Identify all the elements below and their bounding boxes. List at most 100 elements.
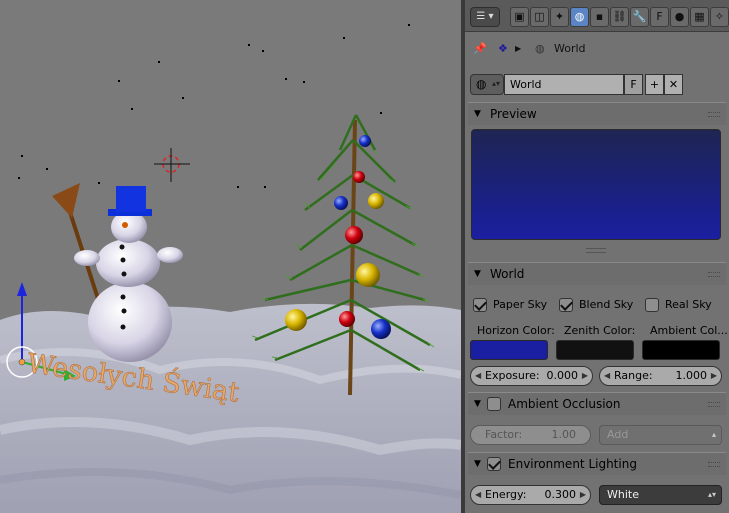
checkbox-box bbox=[487, 457, 501, 471]
scene-icon: ✦ bbox=[554, 10, 565, 23]
range-field[interactable]: ◀ Range: 1.000 ▶ bbox=[599, 366, 722, 386]
increment-arrow-icon[interactable]: ▶ bbox=[582, 367, 588, 385]
world-icon: ◍ bbox=[535, 42, 545, 55]
scene-data-icon: ❖ bbox=[498, 42, 508, 55]
tab-particles-icon[interactable]: ✧ bbox=[710, 7, 729, 27]
render-layers-icon: ◫ bbox=[534, 10, 545, 23]
ambient-occlusion-header[interactable]: ▼ Ambient Occlusion bbox=[468, 393, 726, 415]
zenith-color-swatch[interactable] bbox=[556, 340, 634, 360]
tab-render-icon[interactable]: ▣ bbox=[510, 7, 529, 27]
tab-text-data-icon[interactable]: F bbox=[650, 7, 669, 27]
render-icon: ▣ bbox=[514, 10, 525, 23]
world-browse-button[interactable]: ◍ ▴▾ bbox=[470, 74, 504, 95]
horizon-color-label: Horizon Color: bbox=[477, 324, 555, 337]
increment-arrow-icon[interactable]: ▶ bbox=[580, 486, 586, 504]
decrement-arrow-icon[interactable]: ◀ bbox=[604, 367, 610, 385]
decrement-arrow-icon[interactable]: ◀ bbox=[475, 367, 481, 385]
exposure-value: 0.000 bbox=[546, 369, 579, 382]
range-label: Range: bbox=[614, 369, 653, 382]
properties-editor-icon: ☰ ▾ bbox=[476, 11, 494, 22]
checkbox-box bbox=[487, 397, 501, 411]
tab-modifiers-icon[interactable]: 🔧 bbox=[630, 7, 649, 27]
properties-editor: ☰ ▾ ▣ ◫ ✦ ◍ ▪ ⛓ 🔧 F ● ▦ ✧ 📌 ❖ ▶ ◍ World ◍ ▴▾ World… bbox=[465, 0, 729, 513]
new-world-button[interactable]: + bbox=[645, 74, 664, 95]
real-sky-label: Real Sky bbox=[665, 298, 712, 311]
properties-header: ☰ ▾ ▣ ◫ ✦ ◍ ▪ ⛓ 🔧 F ● ▦ ✧ bbox=[465, 0, 729, 32]
ao-blend-mode-select[interactable]: Add ▴ bbox=[599, 425, 722, 445]
env-color-mode-select[interactable]: White ▴▾ bbox=[599, 485, 722, 505]
blend-sky-label: Blend Sky bbox=[579, 298, 634, 311]
increment-arrow-icon[interactable]: ▶ bbox=[711, 367, 717, 385]
ambient-occlusion-title: Ambient Occlusion bbox=[508, 397, 621, 411]
world-icon: ◍ bbox=[574, 10, 585, 23]
editor-type-selector[interactable]: ☰ ▾ bbox=[470, 7, 500, 27]
env-energy-value: 0.300 bbox=[544, 488, 577, 501]
pin-icon[interactable]: 📌 bbox=[473, 40, 487, 58]
constraints-icon: ⛓ bbox=[612, 10, 627, 23]
dropdown-arrow-icon: ▴▾ bbox=[707, 490, 716, 499]
range-value: 1.000 bbox=[675, 369, 708, 382]
ambient-occlusion-panel: ▼ Ambient Occlusion Factor: 1.00 Add ▴ bbox=[468, 392, 726, 452]
particles-icon: ✧ bbox=[714, 10, 725, 23]
checkbox-box bbox=[559, 298, 573, 312]
collapse-arrow-icon: ▼ bbox=[474, 269, 481, 279]
dropdown-arrow-icon: ▴ bbox=[711, 430, 716, 439]
world-preview-image bbox=[471, 129, 721, 240]
drag-grip-icon[interactable] bbox=[708, 402, 720, 407]
tab-render-layers-icon[interactable]: ◫ bbox=[530, 7, 549, 27]
viewport-scene: Wesołych Świąt bbox=[0, 0, 461, 513]
material-icon: ● bbox=[674, 10, 685, 23]
tab-material-icon[interactable]: ● bbox=[670, 7, 689, 27]
horizon-color-swatch[interactable] bbox=[470, 340, 548, 360]
decrement-arrow-icon[interactable]: ◀ bbox=[475, 486, 481, 504]
tab-scene-icon[interactable]: ✦ bbox=[550, 7, 569, 27]
drag-grip-icon[interactable] bbox=[708, 462, 720, 467]
object-icon: ▪ bbox=[595, 10, 604, 23]
environment-lighting-title: Environment Lighting bbox=[508, 457, 637, 471]
drag-grip-icon[interactable] bbox=[708, 272, 720, 277]
world-panel-title: World bbox=[490, 267, 525, 281]
exposure-field[interactable]: ◀ Exposure: 0.000 ▶ bbox=[470, 366, 593, 386]
texture-icon: ▦ bbox=[694, 10, 705, 23]
breadcrumb-arrow-icon: ▶ bbox=[515, 44, 522, 53]
world-icon: ◍ bbox=[476, 77, 487, 91]
paper-sky-label: Paper Sky bbox=[493, 298, 548, 311]
ao-blend-mode-value: Add bbox=[607, 428, 629, 441]
tab-object-icon[interactable]: ▪ bbox=[590, 7, 609, 27]
updown-arrow-icon: ▴▾ bbox=[492, 79, 501, 88]
world-panel: ▼ World Paper Sky Blend Sky Real Sky Hor… bbox=[468, 262, 728, 392]
fake-user-button[interactable]: F bbox=[624, 74, 643, 95]
env-energy-label: Energy: bbox=[485, 488, 527, 501]
env-energy-field[interactable]: ◀ Energy: 0.300 ▶ bbox=[470, 485, 591, 505]
environment-lighting-panel: ▼ Environment Lighting ◀ Energy: 0.300 ▶… bbox=[468, 452, 726, 513]
checkbox-box bbox=[473, 298, 487, 312]
environment-lighting-header[interactable]: ▼ Environment Lighting bbox=[468, 453, 726, 475]
modifiers-icon: 🔧 bbox=[632, 10, 647, 23]
preview-panel-header[interactable]: ▼ Preview bbox=[468, 103, 726, 125]
3d-viewport[interactable]: Wesołych Świąt bbox=[0, 0, 461, 513]
ambient-color-swatch[interactable] bbox=[642, 340, 720, 360]
checkbox-box bbox=[645, 298, 659, 312]
tab-constraints-icon[interactable]: ⛓ bbox=[610, 7, 629, 27]
drag-grip-icon[interactable] bbox=[708, 112, 720, 117]
ao-factor-label: Factor: bbox=[485, 428, 523, 441]
preview-resize-handle[interactable] bbox=[586, 248, 606, 253]
world-datablock-selector: ◍ ▴▾ World F + ✕ bbox=[470, 74, 722, 95]
exposure-label: Exposure: bbox=[485, 369, 540, 382]
ao-factor-value: 1.00 bbox=[551, 428, 577, 441]
tab-texture-icon[interactable]: ▦ bbox=[690, 7, 709, 27]
breadcrumb-world-label: World bbox=[554, 42, 586, 55]
preview-panel: ▼ Preview bbox=[468, 102, 726, 258]
collapse-arrow-icon: ▼ bbox=[474, 109, 481, 119]
unlink-world-button[interactable]: ✕ bbox=[664, 74, 683, 95]
ao-factor-field[interactable]: Factor: 1.00 bbox=[470, 425, 591, 445]
world-panel-header[interactable]: ▼ World bbox=[468, 263, 726, 285]
text-data-icon: F bbox=[656, 10, 663, 23]
collapse-arrow-icon: ▼ bbox=[474, 459, 481, 469]
world-name-field[interactable]: World bbox=[504, 74, 624, 95]
env-color-mode-value: White bbox=[607, 488, 639, 501]
preview-panel-title: Preview bbox=[490, 107, 537, 121]
tab-world-icon[interactable]: ◍ bbox=[570, 7, 589, 27]
zenith-color-label: Zenith Color: bbox=[564, 324, 636, 337]
collapse-arrow-icon: ▼ bbox=[474, 399, 481, 409]
